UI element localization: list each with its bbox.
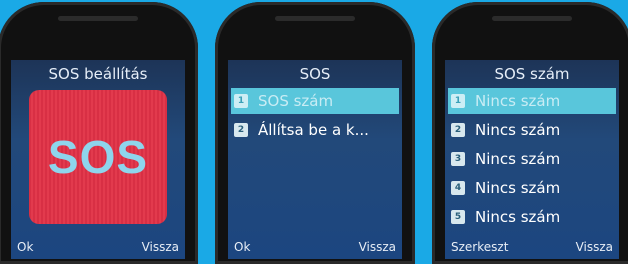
list-item[interactable]: 1 Nincs szám — [448, 88, 616, 114]
list-item-label: Nincs szám — [475, 179, 561, 197]
list-item-label: Nincs szám — [475, 150, 561, 168]
list-item-label: Nincs szám — [475, 92, 561, 110]
sos-tile-button[interactable]: SOS — [29, 90, 167, 224]
ok-softkey[interactable]: Ok — [17, 240, 33, 254]
list-item[interactable]: 3 Nincs szám — [448, 146, 616, 172]
menu-list: 1 SOS szám 2 Állítsa be a k... — [231, 88, 399, 146]
list-item[interactable]: 4 Nincs szám — [448, 175, 616, 201]
list-item[interactable]: 5 Nincs szám — [448, 204, 616, 230]
back-softkey[interactable]: Vissza — [142, 240, 179, 254]
edit-softkey[interactable]: Szerkeszt — [451, 240, 508, 254]
screen-title: SOS szám — [494, 65, 570, 83]
list-item-label: Nincs szám — [475, 208, 561, 226]
menu-item-label: Állítsa be a k... — [258, 121, 369, 139]
back-softkey[interactable]: Vissza — [359, 240, 396, 254]
phone-screen: SOS szám 1 Nincs szám 2 Nincs szám 3 Nin… — [445, 60, 619, 259]
number-badge-icon: 4 — [451, 181, 465, 195]
number-badge-icon: 2 — [234, 123, 248, 137]
phone-screen: SOS beállítás SOS Ok Vissza — [11, 60, 185, 259]
number-list: 1 Nincs szám 2 Nincs szám 3 Nincs szám 4… — [448, 88, 616, 233]
number-badge-icon: 5 — [451, 210, 465, 224]
sos-tile-label: SOS — [47, 131, 149, 183]
phone-sos-menu: SOS 1 SOS szám 2 Állítsa be a k... Ok Vi… — [215, 2, 415, 264]
phone-sos-numbers: SOS szám 1 Nincs szám 2 Nincs szám 3 Nin… — [432, 2, 628, 264]
number-badge-icon: 2 — [451, 123, 465, 137]
list-item-label: Nincs szám — [475, 121, 561, 139]
screen-title: SOS beállítás — [48, 65, 148, 83]
phone-screen: SOS 1 SOS szám 2 Állítsa be a k... Ok Vi… — [228, 60, 402, 259]
menu-item-setup[interactable]: 2 Állítsa be a k... — [231, 117, 399, 143]
softkey-bar: Ok Vissza — [228, 235, 402, 259]
number-badge-icon: 1 — [451, 94, 465, 108]
list-item[interactable]: 2 Nincs szám — [448, 117, 616, 143]
softkey-bar: Szerkeszt Vissza — [445, 235, 619, 259]
screen-title: SOS — [299, 65, 331, 83]
ok-softkey[interactable]: Ok — [234, 240, 250, 254]
back-softkey[interactable]: Vissza — [576, 240, 613, 254]
menu-item-label: SOS szám — [258, 92, 334, 110]
softkey-bar: Ok Vissza — [11, 235, 185, 259]
menu-item-sos-number[interactable]: 1 SOS szám — [231, 88, 399, 114]
phone-sos-settings: SOS beállítás SOS Ok Vissza — [0, 2, 198, 264]
number-badge-icon: 3 — [451, 152, 465, 166]
number-badge-icon: 1 — [234, 94, 248, 108]
